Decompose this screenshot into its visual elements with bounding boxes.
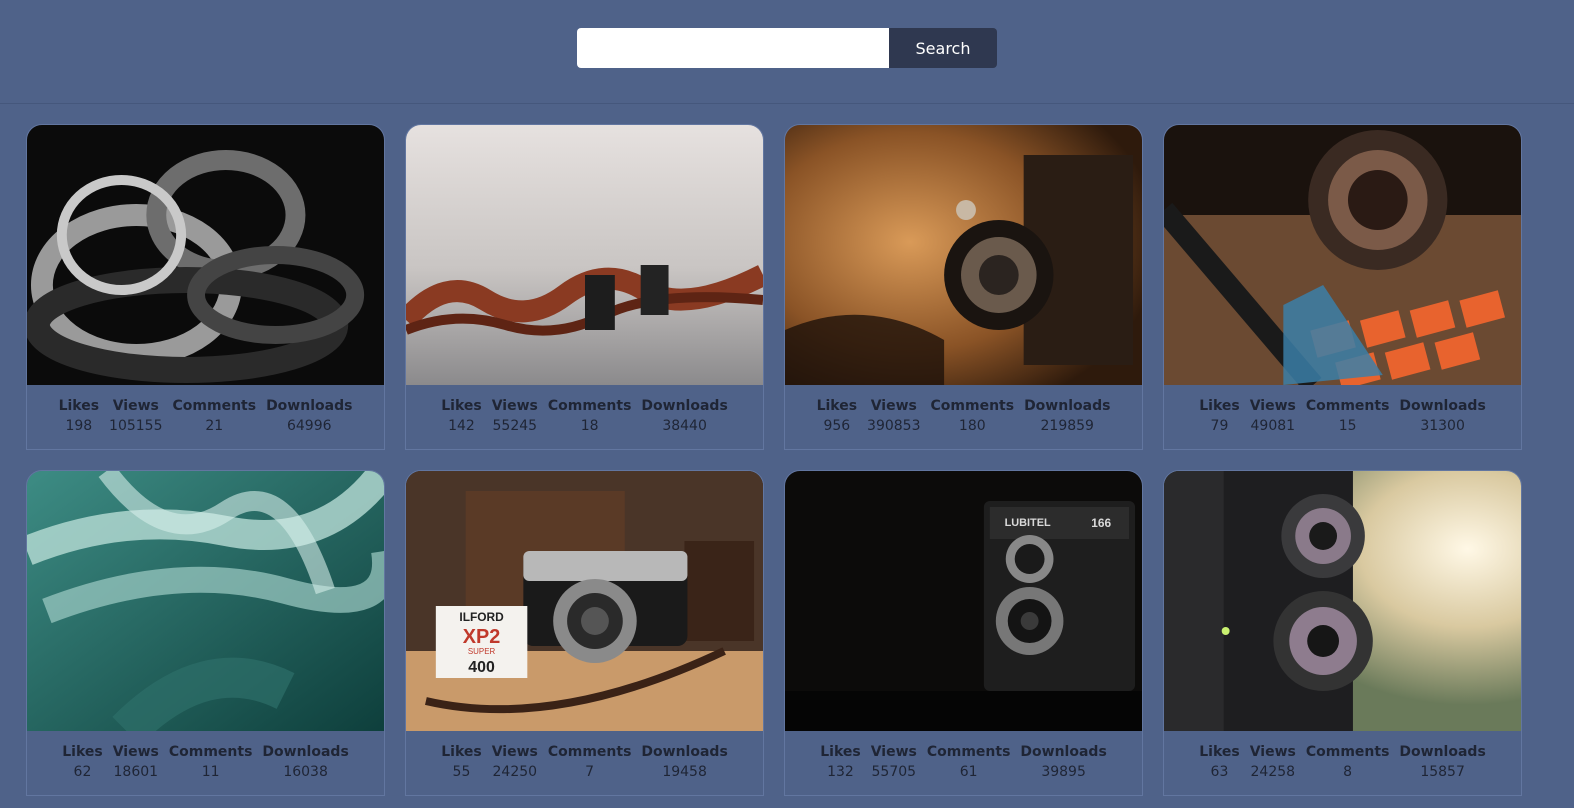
downloads-count: 64996 bbox=[286, 418, 332, 434]
image-gallery: Likes 198 Views 105155 Comments 21 Download… bbox=[0, 104, 1574, 796]
likes-count: 79 bbox=[1210, 418, 1229, 434]
image-card[interactable]: Likes 62 Views 18601 Comments 11 Downloads 1… bbox=[26, 470, 385, 796]
views-count: 18601 bbox=[113, 764, 159, 780]
image-thumbnail[interactable] bbox=[1164, 471, 1521, 731]
card-stats: Likes 956 Views 390853 Comments 180 Downloa… bbox=[785, 385, 1142, 437]
views-label: Views bbox=[870, 744, 917, 760]
image-card[interactable]: LUBITEL 166 Likes 132 Views 55705 Comments… bbox=[784, 470, 1143, 796]
downloads-label: Downloads bbox=[641, 744, 728, 760]
downloads-count: 15857 bbox=[1420, 764, 1465, 780]
comments-count: 180 bbox=[958, 418, 986, 434]
downloads-label: Downloads bbox=[266, 398, 353, 414]
downloads-label: Downloads bbox=[1399, 744, 1486, 760]
views-label: Views bbox=[870, 398, 917, 414]
likes-label: Likes bbox=[816, 398, 858, 414]
search-form: Search bbox=[577, 28, 997, 68]
downloads-label: Downloads bbox=[1399, 398, 1486, 414]
comments-label: Comments bbox=[172, 398, 257, 414]
comments-label: Comments bbox=[547, 744, 632, 760]
image-thumbnail[interactable] bbox=[1164, 125, 1521, 385]
image-card[interactable]: Likes 956 Views 390853 Comments 180 Downloa… bbox=[784, 124, 1143, 450]
likes-label: Likes bbox=[441, 744, 482, 760]
comments-label: Comments bbox=[930, 398, 1015, 414]
image-thumbnail[interactable] bbox=[27, 125, 384, 385]
image-thumbnail[interactable] bbox=[27, 471, 384, 731]
downloads-label: Downloads bbox=[1024, 398, 1111, 414]
views-label: Views bbox=[491, 398, 538, 414]
comments-label: Comments bbox=[926, 744, 1011, 760]
ilford-line-text: SUPER bbox=[468, 647, 496, 656]
card-stats: Likes 63 Views 24258 Comments 8 Downloads 15… bbox=[1164, 731, 1521, 783]
views-label: Views bbox=[112, 744, 159, 760]
lubitel-model-text: 166 bbox=[1091, 516, 1111, 530]
views-count: 24250 bbox=[492, 764, 538, 780]
likes-count: 198 bbox=[65, 418, 93, 434]
search-header: Search bbox=[0, 0, 1574, 104]
ilford-product-text: XP2 bbox=[463, 626, 501, 648]
views-label: Views bbox=[1249, 398, 1296, 414]
likes-count: 142 bbox=[448, 418, 475, 434]
card-stats: Likes 198 Views 105155 Comments 21 Download… bbox=[27, 385, 384, 437]
likes-label: Likes bbox=[58, 398, 100, 414]
image-thumbnail[interactable] bbox=[406, 125, 763, 385]
downloads-count: 38440 bbox=[662, 418, 707, 434]
comments-count: 18 bbox=[580, 418, 599, 434]
downloads-label: Downloads bbox=[1020, 744, 1107, 760]
views-label: Views bbox=[491, 744, 538, 760]
ilford-iso-text: 400 bbox=[468, 659, 495, 676]
card-stats: Likes 79 Views 49081 Comments 15 Downloads 3… bbox=[1164, 385, 1521, 437]
views-count: 390853 bbox=[867, 418, 921, 434]
card-stats: Likes 142 Views 55245 Comments 18 Downloads… bbox=[406, 385, 763, 437]
likes-label: Likes bbox=[820, 744, 861, 760]
likes-count: 63 bbox=[1210, 764, 1229, 780]
downloads-label: Downloads bbox=[641, 398, 728, 414]
comments-count: 61 bbox=[959, 764, 978, 780]
comments-label: Comments bbox=[1305, 744, 1390, 760]
views-count: 55245 bbox=[492, 418, 538, 434]
lubitel-brand-text: LUBITEL bbox=[1005, 517, 1051, 529]
likes-count: 62 bbox=[73, 764, 92, 780]
likes-label: Likes bbox=[441, 398, 482, 414]
likes-count: 132 bbox=[827, 764, 854, 780]
views-count: 55705 bbox=[871, 764, 917, 780]
image-thumbnail[interactable]: ILFORD XP2 SUPER 400 bbox=[406, 471, 763, 731]
comments-label: Comments bbox=[1305, 398, 1390, 414]
likes-label: Likes bbox=[1199, 744, 1240, 760]
downloads-count: 39895 bbox=[1041, 764, 1086, 780]
comments-label: Comments bbox=[168, 744, 253, 760]
downloads-count: 31300 bbox=[1420, 418, 1465, 434]
likes-label: Likes bbox=[62, 744, 103, 760]
search-button[interactable]: Search bbox=[889, 28, 997, 68]
image-card[interactable]: Likes 142 Views 55245 Comments 18 Downloads… bbox=[405, 124, 764, 450]
comments-count: 7 bbox=[585, 764, 595, 780]
image-thumbnail[interactable] bbox=[785, 125, 1142, 385]
downloads-count: 19458 bbox=[662, 764, 707, 780]
comments-count: 15 bbox=[1338, 418, 1357, 434]
likes-count: 956 bbox=[823, 418, 851, 434]
likes-count: 55 bbox=[452, 764, 471, 780]
views-count: 24258 bbox=[1250, 764, 1296, 780]
downloads-label: Downloads bbox=[262, 744, 349, 760]
image-card[interactable]: Likes 79 Views 49081 Comments 15 Downloads 3… bbox=[1163, 124, 1522, 450]
downloads-count: 219859 bbox=[1040, 418, 1094, 434]
views-count: 105155 bbox=[109, 418, 163, 434]
card-stats: Likes 132 Views 55705 Comments 61 Downloads… bbox=[785, 731, 1142, 783]
image-card[interactable]: ILFORD XP2 SUPER 400 Likes 55 Views 24250 … bbox=[405, 470, 764, 796]
views-count: 49081 bbox=[1250, 418, 1296, 434]
views-label: Views bbox=[112, 398, 159, 414]
likes-label: Likes bbox=[1199, 398, 1240, 414]
comments-count: 11 bbox=[201, 764, 220, 780]
comments-label: Comments bbox=[547, 398, 632, 414]
ilford-brand-text: ILFORD bbox=[459, 610, 504, 624]
image-card[interactable]: Likes 63 Views 24258 Comments 8 Downloads 15… bbox=[1163, 470, 1522, 796]
comments-count: 8 bbox=[1343, 764, 1353, 780]
card-stats: Likes 55 Views 24250 Comments 7 Downloads 19… bbox=[406, 731, 763, 783]
image-card[interactable]: Likes 198 Views 105155 Comments 21 Download… bbox=[26, 124, 385, 450]
card-stats: Likes 62 Views 18601 Comments 11 Downloads 1… bbox=[27, 731, 384, 783]
comments-count: 21 bbox=[205, 418, 224, 434]
search-input[interactable] bbox=[577, 28, 889, 68]
image-thumbnail[interactable]: LUBITEL 166 bbox=[785, 471, 1142, 731]
views-label: Views bbox=[1249, 744, 1296, 760]
downloads-count: 16038 bbox=[283, 764, 328, 780]
